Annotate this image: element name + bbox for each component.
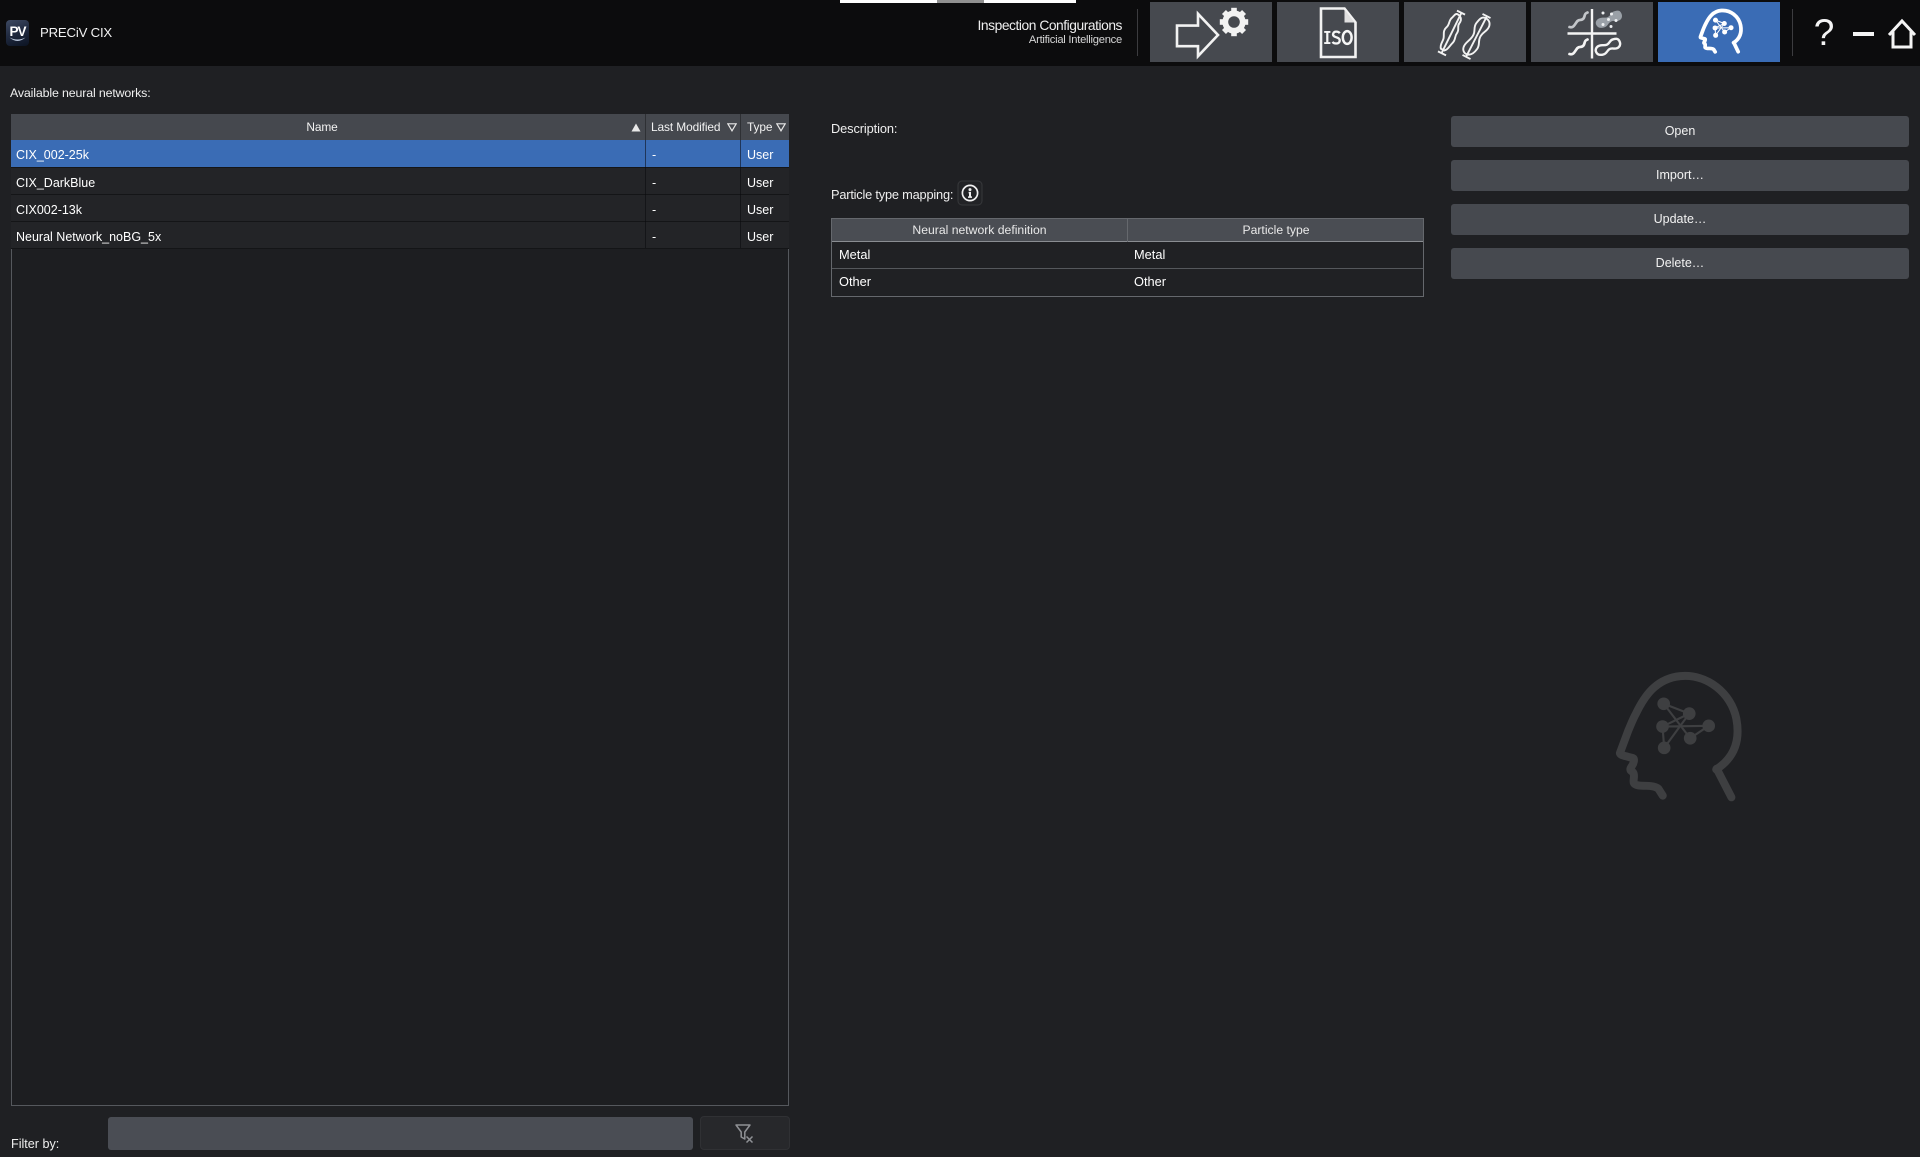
svg-text:PV: PV: [9, 24, 26, 39]
